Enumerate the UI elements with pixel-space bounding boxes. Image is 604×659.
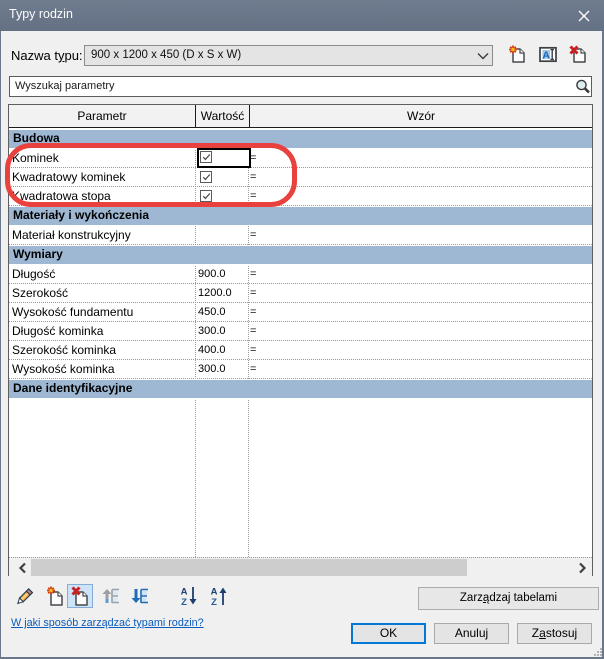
svg-text:A: A [181,587,188,598]
svg-text:A: A [542,49,550,61]
svg-text:Z: Z [181,597,187,608]
svg-text:Z: Z [211,597,217,608]
svg-text:A: A [211,587,218,598]
